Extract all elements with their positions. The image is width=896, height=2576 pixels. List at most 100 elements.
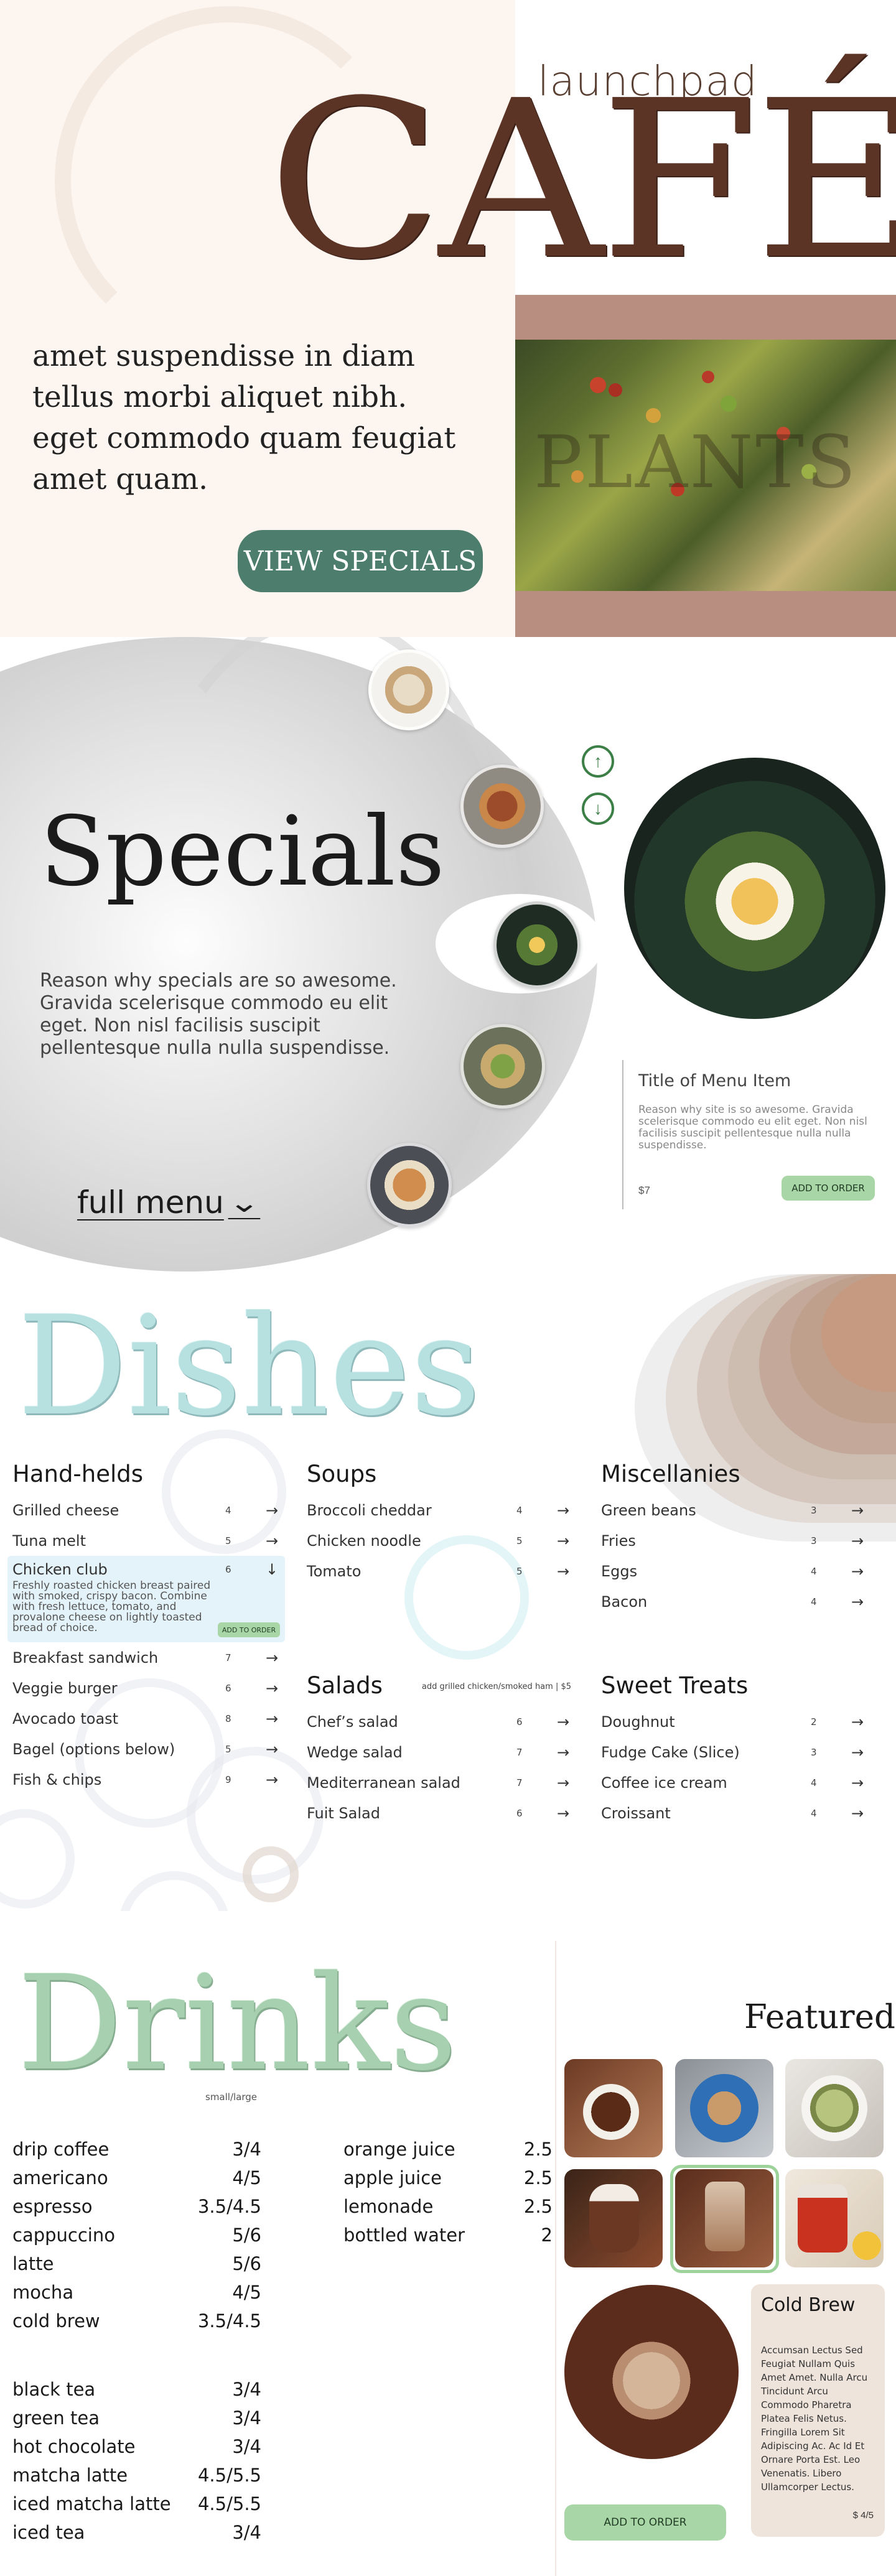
- special-plate-2[interactable]: [460, 765, 544, 848]
- menu-row[interactable]: Doughnut 2 →: [601, 1706, 866, 1737]
- menu-row[interactable]: Fudge Cake (Slice) 3 →: [601, 1737, 866, 1767]
- drink-price: 4.5/5.5: [197, 2465, 261, 2486]
- drink-name: cappuccino: [12, 2225, 115, 2246]
- drink-thumbnail-2[interactable]: [675, 2059, 773, 2157]
- special-plate-3-selected[interactable]: [493, 901, 581, 988]
- dish-price: 6: [225, 1682, 231, 1694]
- special-plate-1[interactable]: [368, 649, 449, 730]
- view-specials-button[interactable]: VIEW SPECIALS: [238, 530, 483, 592]
- drink-thumbnail-4[interactable]: [564, 2169, 663, 2267]
- arrow-right-icon: →: [556, 1804, 570, 1822]
- drink-thumbnail-6[interactable]: [785, 2169, 884, 2267]
- carousel-down-button[interactable]: ↓: [582, 793, 614, 825]
- menu-row[interactable]: Fuit Salad 6 →: [307, 1798, 571, 1828]
- full-menu-label: full menu: [77, 1184, 224, 1221]
- add-to-order-button[interactable]: ADD TO ORDER: [218, 1622, 280, 1637]
- menu-row[interactable]: Broccoli cheddar 4 →: [307, 1495, 571, 1525]
- drink-row: iced tea 3/4: [12, 2518, 261, 2547]
- arrow-right-icon: →: [851, 1501, 864, 1519]
- arrow-right-icon: →: [851, 1532, 864, 1550]
- drink-row: bottled water 2: [343, 2221, 553, 2249]
- arrow-right-icon: →: [265, 1740, 279, 1758]
- arrow-right-icon: →: [851, 1743, 864, 1761]
- menu-row[interactable]: Veggie burger 6 →: [12, 1673, 280, 1703]
- special-plate-5[interactable]: [367, 1143, 452, 1227]
- menu-row[interactable]: Bacon 4 →: [601, 1586, 866, 1617]
- drink-name: lemonade: [343, 2196, 434, 2217]
- decorative-bubble: [243, 1846, 299, 1902]
- dish-price: 6: [516, 1716, 523, 1727]
- drink-list-coffee: drip coffee 3/4 americano 4/5 espresso 3.5/…: [12, 2135, 261, 2335]
- featured-drink-photo: [564, 2285, 739, 2459]
- menu-row[interactable]: Eggs 4 →: [601, 1556, 866, 1586]
- drink-row: matcha latte 4.5/5.5: [12, 2461, 261, 2490]
- featured-drink-description: Accumsan Lectus Sed Feugiat Nullam Quis …: [761, 2345, 868, 2493]
- dish-price: 4: [516, 1504, 523, 1516]
- plants-overlay-text: PLANTS: [534, 421, 859, 505]
- drinks-heading: Drinks: [17, 1947, 457, 2099]
- dish-price: 4: [811, 1777, 817, 1788]
- menu-row[interactable]: Breakfast sandwich 7 →: [12, 1642, 280, 1673]
- arrow-right-icon: →: [556, 1501, 570, 1519]
- dish-name: Fish & chips: [12, 1770, 102, 1788]
- dish-price: 5: [516, 1565, 523, 1577]
- drink-name: iced matcha latte: [12, 2493, 171, 2514]
- dish-name: Grilled cheese: [12, 1501, 119, 1519]
- hero-section: PLANTS launchpad CAFÉ amet suspendisse i…: [0, 0, 896, 637]
- menu-row[interactable]: Green beans 3 →: [601, 1495, 866, 1525]
- menu-row[interactable]: Chef’s salad 6 →: [307, 1706, 571, 1737]
- dish-name: Chicken club: [12, 1561, 108, 1578]
- menu-row[interactable]: Grilled cheese 4 →: [12, 1495, 280, 1525]
- carousel-up-button[interactable]: ↑: [582, 745, 614, 778]
- drink-thumbnail-3[interactable]: [785, 2059, 884, 2157]
- featured-heading: Featured: [744, 1998, 895, 2036]
- drink-thumbnail-1[interactable]: [564, 2059, 663, 2157]
- arrow-up-icon: ↑: [594, 751, 602, 771]
- arrow-right-icon: →: [556, 1713, 570, 1731]
- add-to-order-button[interactable]: ADD TO ORDER: [782, 1176, 875, 1201]
- drink-price: 2: [541, 2225, 553, 2246]
- menu-row[interactable]: Coffee ice cream 4 →: [601, 1767, 866, 1798]
- decorative-bubble: [0, 1809, 75, 1909]
- dish-name: Bacon: [601, 1593, 648, 1611]
- menu-row[interactable]: Fish & chips 9 →: [12, 1764, 280, 1795]
- add-to-order-button[interactable]: ADD TO ORDER: [564, 2504, 726, 2541]
- dishes-heading: Dishes: [17, 1286, 481, 1446]
- menu-row[interactable]: Bagel (options below) 5 →: [12, 1734, 280, 1764]
- full-menu-link[interactable]: full menu ⌄: [77, 1184, 260, 1221]
- menu-row[interactable]: Avocado toast 8 →: [12, 1703, 280, 1734]
- menu-row-expanded[interactable]: Chicken club 6 ↓ Freshly roasted chicken b…: [7, 1556, 285, 1642]
- menu-item-title: Title of Menu Item: [638, 1071, 791, 1090]
- dish-price: 3: [811, 1504, 817, 1516]
- drinks-section: Drinks small/large drip coffee 3/4 americ…: [0, 1911, 896, 2576]
- drink-price: 2.5: [523, 2139, 553, 2160]
- arrow-down-icon: ↓: [265, 1561, 279, 1578]
- category-title: Soups: [307, 1461, 377, 1487]
- arrow-right-icon: →: [556, 1743, 570, 1761]
- dish-name: Tuna melt: [12, 1532, 86, 1550]
- dish-price: 3: [811, 1535, 817, 1546]
- menu-row[interactable]: Wedge salad 7 →: [307, 1737, 571, 1767]
- drink-price: 5/6: [232, 2225, 261, 2246]
- dish-name: Broccoli cheddar: [307, 1501, 432, 1519]
- drink-row: espresso 3.5/4.5: [12, 2192, 261, 2221]
- drink-row: mocha 4/5: [12, 2278, 261, 2307]
- drink-row: iced matcha latte 4.5/5.5: [12, 2490, 261, 2518]
- special-plate-4[interactable]: [460, 1024, 545, 1109]
- menu-row[interactable]: Fries 3 →: [601, 1525, 866, 1556]
- arrow-right-icon: →: [851, 1713, 864, 1731]
- menu-row[interactable]: Croissant 4 →: [601, 1798, 866, 1828]
- menu-item-price: $7: [638, 1184, 650, 1196]
- dish-name: Eggs: [601, 1562, 638, 1580]
- menu-row[interactable]: Mediterranean salad 7 →: [307, 1767, 571, 1798]
- arrow-right-icon: →: [265, 1709, 279, 1727]
- menu-row[interactable]: Tuna melt 5 →: [12, 1525, 280, 1556]
- menu-row[interactable]: Chicken noodle 5 →: [307, 1525, 571, 1556]
- drink-row: cold brew 3.5/4.5: [12, 2307, 261, 2335]
- drink-price: 3.5/4.5: [197, 2196, 261, 2217]
- menu-row[interactable]: Tomato 5 →: [307, 1556, 571, 1586]
- dish-price: 4: [811, 1596, 817, 1607]
- dish-name: Tomato: [307, 1562, 362, 1580]
- sizes-label: small/large: [205, 2091, 258, 2103]
- dish-name: Fudge Cake (Slice): [601, 1743, 740, 1761]
